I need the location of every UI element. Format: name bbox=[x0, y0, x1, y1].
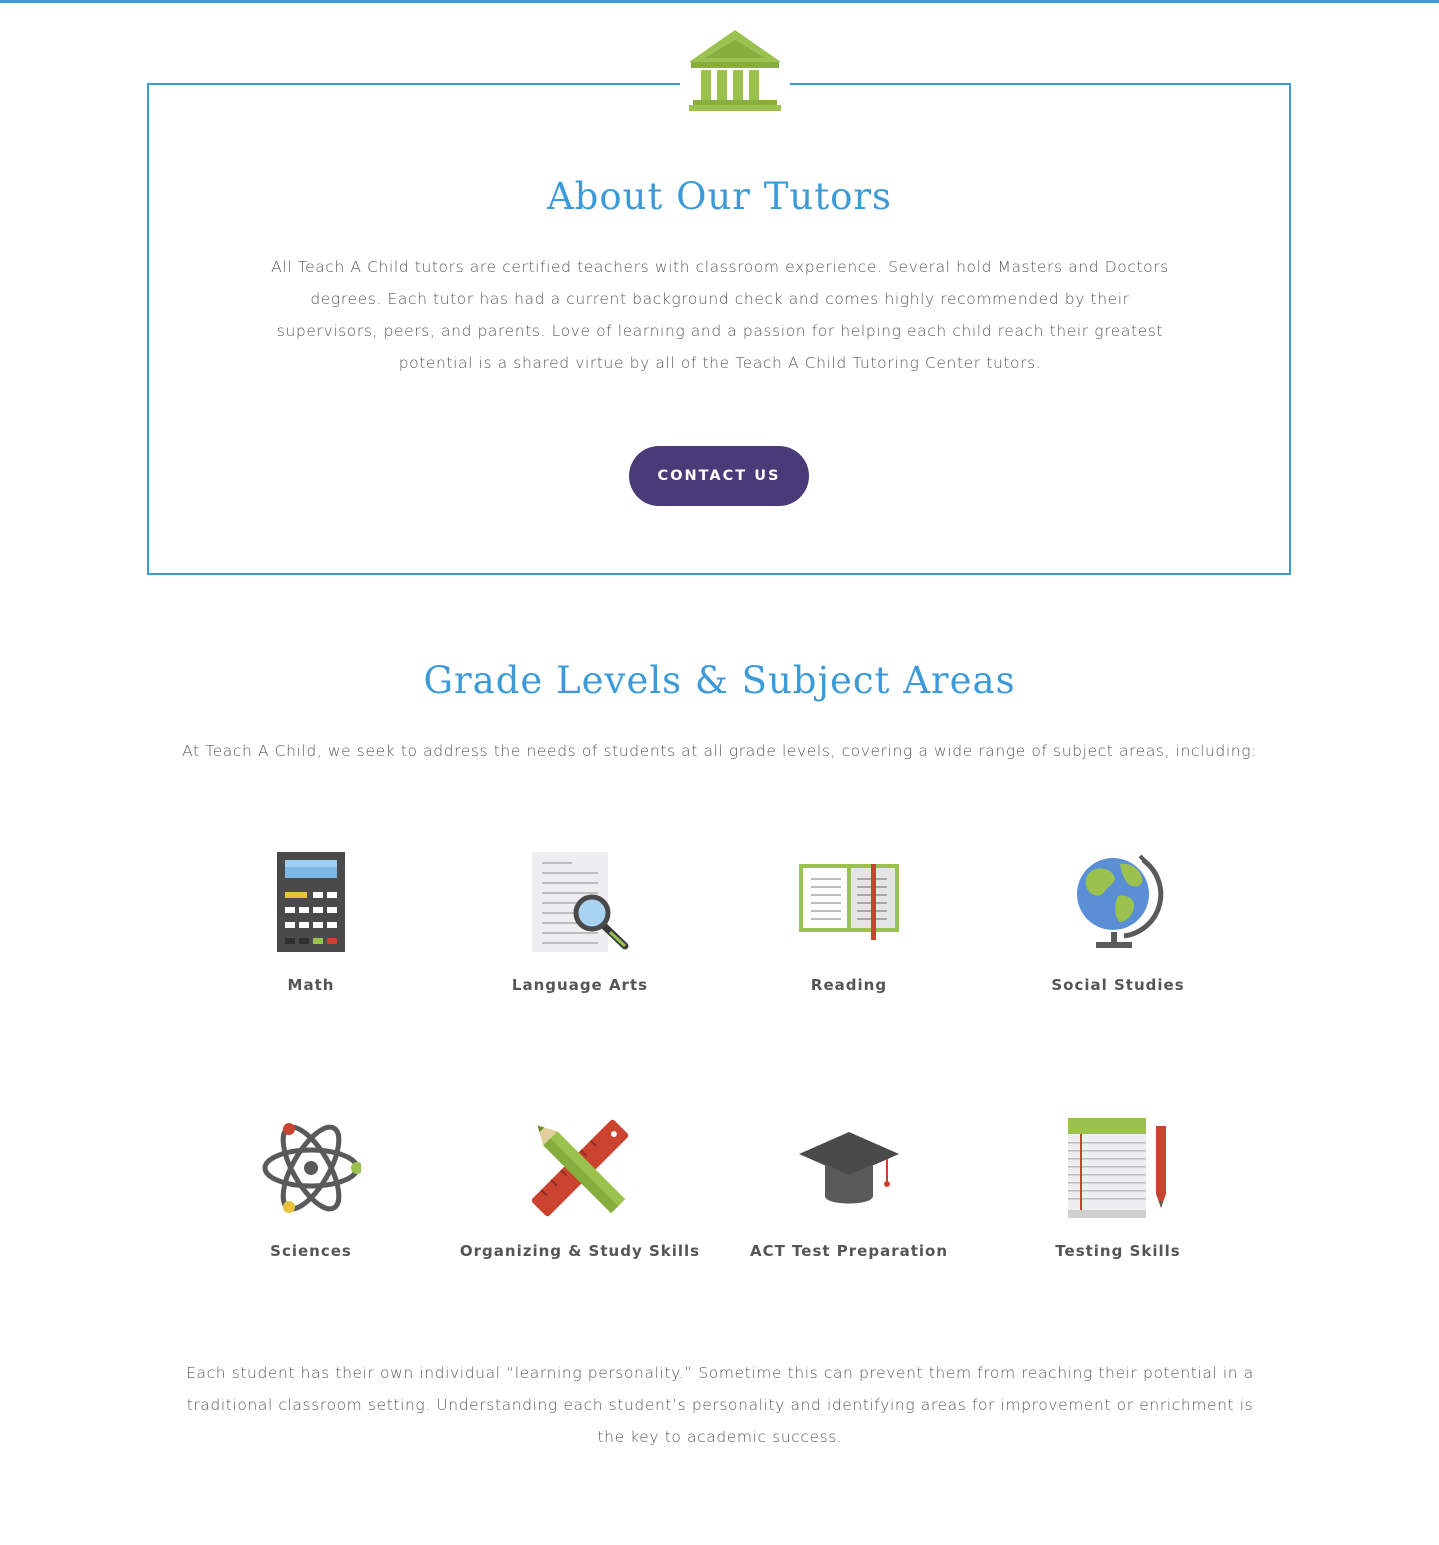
subject-label: Testing Skills bbox=[1055, 1242, 1181, 1260]
subject-label: Math bbox=[287, 976, 335, 994]
building-icon bbox=[680, 26, 790, 116]
atom-icon bbox=[261, 1118, 361, 1218]
subject-label: Language Arts bbox=[511, 976, 649, 994]
subject-label: Reading bbox=[810, 976, 888, 994]
calculator-icon bbox=[261, 852, 361, 952]
about-title: About Our Tutors bbox=[546, 175, 893, 218]
open-book-icon bbox=[799, 852, 899, 952]
contact-us-button[interactable]: CONTACT US bbox=[629, 446, 809, 506]
graduation-cap-icon bbox=[799, 1118, 899, 1218]
subject-label: Organizing & Study Skills bbox=[459, 1242, 701, 1260]
document-search-icon bbox=[530, 852, 630, 952]
grade-levels-title: Grade Levels & Subject Areas bbox=[423, 659, 1016, 702]
grade-levels-intro: At Teach A Child, we seek to address the… bbox=[182, 742, 1257, 760]
closing-paragraph: Each student has their own individual “l… bbox=[186, 1364, 1254, 1446]
globe-icon bbox=[1068, 852, 1168, 952]
subject-label: Social Studies bbox=[1051, 976, 1185, 994]
pencil-ruler-icon bbox=[530, 1118, 630, 1218]
notepad-pencil-icon bbox=[1068, 1118, 1168, 1218]
about-description: All Teach A Child tutors are certified t… bbox=[271, 258, 1169, 372]
top-accent-bar bbox=[0, 0, 1439, 3]
subject-label: ACT Test Preparation bbox=[749, 1242, 949, 1260]
subject-label: Sciences bbox=[270, 1242, 352, 1260]
